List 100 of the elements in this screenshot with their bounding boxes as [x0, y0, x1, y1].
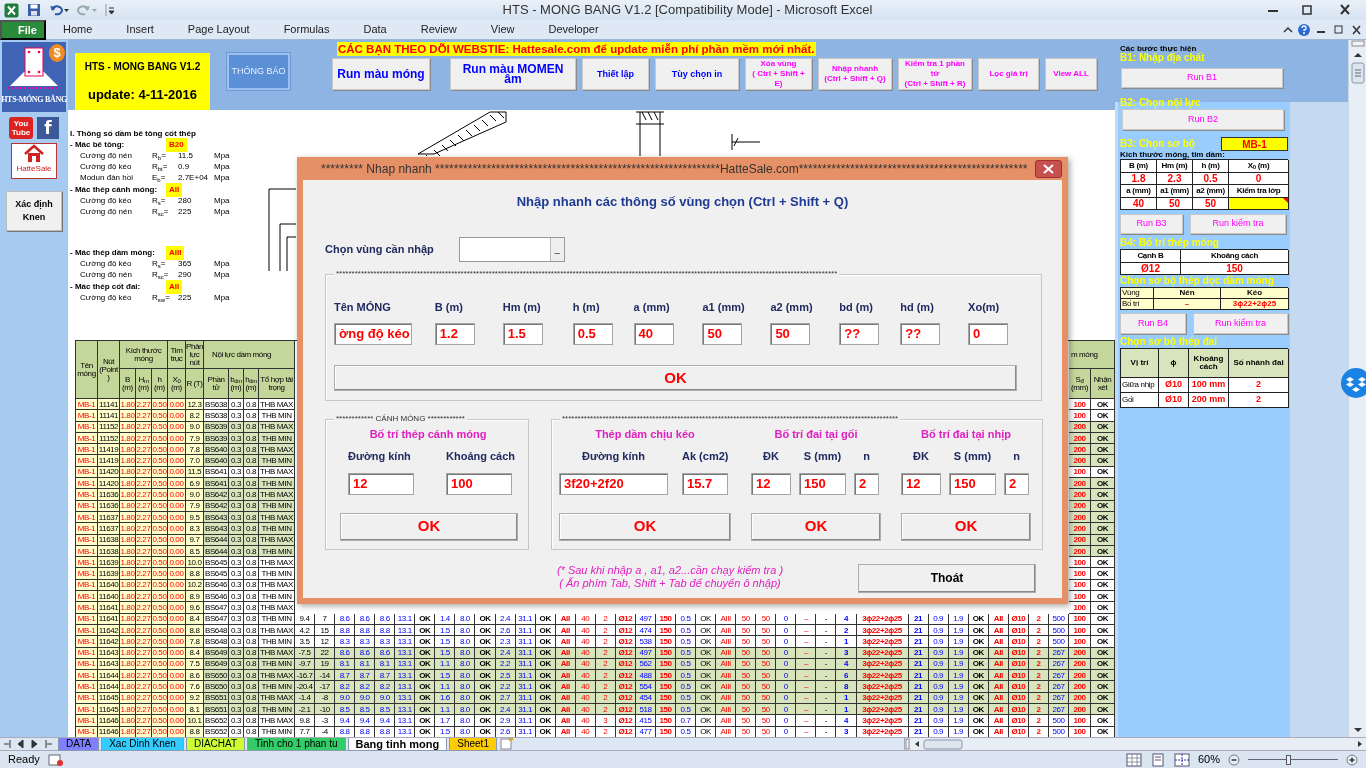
- table-cell: Ø10: [1008, 636, 1029, 648]
- input-field[interactable]: 12: [348, 472, 414, 495]
- table-cell: 10.1: [186, 715, 204, 727]
- customize-icon[interactable]: [105, 3, 115, 17]
- split-handle-icon[interactable]: [1350, 40, 1365, 48]
- input-field[interactable]: 1.2: [434, 323, 475, 345]
- macro-button[interactable]: Lọc giá trị: [978, 58, 1039, 90]
- ok-button[interactable]: OK: [334, 365, 1017, 391]
- run-button[interactable]: Run B1: [1121, 68, 1283, 88]
- sheet-tab[interactable]: DIACHAT: [185, 737, 246, 751]
- sheet-tab[interactable]: Tinh cho 1 phan tu: [247, 737, 346, 751]
- macro-button[interactable]: Run màu móng: [332, 58, 430, 90]
- run-button[interactable]: Run B2: [1122, 109, 1284, 130]
- page-break-icon[interactable]: [1173, 752, 1190, 767]
- youtube-link[interactable]: You Tube: [9, 117, 33, 139]
- dialog-heading: Nhập nhanh các thông số vùng chọn (Ctrl + Shift + Q): [515, 193, 850, 211]
- column-header: Tổ hợp tải trọng: [259, 369, 295, 399]
- ribbon-tab[interactable]: Insert: [109, 20, 171, 39]
- floating-box-icon[interactable]: [1341, 368, 1366, 398]
- table-cell: –: [796, 670, 817, 682]
- ribbon-tab[interactable]: Review: [403, 20, 474, 39]
- table-cell: ϕ: [1159, 349, 1189, 378]
- ok-button[interactable]: OK: [340, 512, 518, 541]
- ok-button[interactable]: OK: [751, 512, 881, 541]
- input-field[interactable]: 15.7: [682, 472, 728, 495]
- input-field[interactable]: ờng độ kéo: [334, 323, 412, 345]
- ribbon-tab[interactable]: Developer: [531, 20, 616, 39]
- macro-record-icon[interactable]: [47, 752, 64, 767]
- ribbon-tab[interactable]: Formulas: [266, 20, 347, 39]
- sheet-tab[interactable]: DATA: [58, 737, 100, 751]
- file-tab[interactable]: File: [0, 19, 46, 40]
- help-icon[interactable]: [1296, 22, 1312, 37]
- input-field[interactable]: 12: [751, 472, 791, 495]
- sheet-tab[interactable]: Xac Dinh Knen: [101, 737, 184, 751]
- table-cell: THB MAX: [259, 715, 295, 727]
- input-field[interactable]: 1.5: [502, 323, 543, 345]
- input-field[interactable]: 0.5: [572, 323, 613, 345]
- split-handle-icon[interactable]: [905, 738, 911, 750]
- input-field[interactable]: ??: [839, 323, 880, 345]
- notice-button[interactable]: THÔNG BÁO: [227, 53, 290, 90]
- close-button[interactable]: [1035, 159, 1062, 178]
- ribbon-tab[interactable]: Data: [346, 20, 404, 39]
- table-cell: 0.00: [168, 489, 186, 501]
- input-field[interactable]: 150: [799, 472, 846, 495]
- table-cell: 267: [1048, 681, 1069, 693]
- input-field[interactable]: 150: [949, 472, 996, 495]
- input-field[interactable]: 2: [854, 472, 879, 495]
- macro-button[interactable]: Nhập nhanh (Ctrl + Shift + Q): [818, 58, 892, 90]
- ribbon-tab[interactable]: Page Layout: [170, 20, 267, 39]
- run-button[interactable]: Run B4: [1120, 313, 1186, 334]
- exit-button[interactable]: Thoát: [858, 563, 1036, 593]
- macro-button[interactable]: Tùy chọn in: [655, 58, 739, 90]
- table-cell: BS649: [204, 647, 229, 659]
- ok-button[interactable]: OK: [901, 512, 1031, 541]
- input-field[interactable]: 50: [770, 323, 811, 345]
- hattesale-link[interactable]: HatteSale: [11, 143, 57, 179]
- range-field[interactable]: _: [458, 236, 565, 262]
- input-field[interactable]: 12: [901, 472, 941, 495]
- save-icon[interactable]: [27, 3, 41, 17]
- macro-button[interactable]: View ALL: [1045, 58, 1097, 90]
- macro-button[interactable]: Xóa vùng ( Ctrl + Shift + E): [745, 58, 812, 90]
- normal-view-icon[interactable]: [1125, 752, 1142, 767]
- input-field[interactable]: 0: [968, 323, 1009, 345]
- table-cell: 3: [836, 647, 857, 659]
- table-cell: 7.8: [186, 636, 204, 648]
- macro-button[interactable]: Run màu MOMEN âm: [450, 58, 576, 90]
- run-button[interactable]: Run kiểm tra: [1190, 214, 1286, 234]
- ribbon-tab[interactable]: View: [473, 20, 532, 39]
- table-cell: 4: [836, 613, 857, 625]
- scroll-thumb[interactable]: [923, 738, 963, 750]
- input-field[interactable]: 2: [1004, 472, 1029, 495]
- table-cell: 500: [1048, 613, 1069, 625]
- ribbon-tab[interactable]: Home: [46, 20, 110, 39]
- field-label: Ak (cm2): [682, 449, 728, 464]
- spreadsheet-icon[interactable]: [4, 2, 19, 18]
- input-field[interactable]: 100: [446, 472, 512, 495]
- scroll-thumb[interactable]: [1350, 62, 1365, 84]
- facebook-link[interactable]: f: [37, 117, 59, 139]
- table-cell: AII: [988, 715, 1009, 727]
- input-field[interactable]: 3f20+2f20: [559, 472, 668, 495]
- slider-thumb[interactable]: [1286, 754, 1292, 765]
- sheet-tab[interactable]: Bang tinh mong: [347, 737, 448, 751]
- zoom-out-icon[interactable]: [1228, 753, 1240, 766]
- table-cell: 2.4: [495, 613, 516, 625]
- macro-button[interactable]: Kiểm tra 1 phần tử (Ctrl + Shift + R): [898, 58, 972, 90]
- undo-icon[interactable]: [49, 3, 69, 17]
- table-cell: 11643: [98, 647, 120, 659]
- run-button[interactable]: Run B3: [1120, 214, 1183, 234]
- zoom-in-icon[interactable]: [1346, 753, 1358, 766]
- macro-button[interactable]: Thiết lập: [582, 58, 649, 90]
- field-label: Chọn vùng cần nhập: [325, 241, 434, 258]
- table-cell: 11646: [98, 715, 120, 727]
- input-field[interactable]: ??: [900, 323, 941, 345]
- input-field[interactable]: 40: [633, 323, 674, 345]
- knen-button[interactable]: Xác định Knen: [6, 191, 62, 231]
- run-button[interactable]: Run kiểm tra: [1193, 313, 1288, 334]
- sheet-tab[interactable]: Sheet1: [449, 737, 497, 751]
- ok-button[interactable]: OK: [559, 512, 731, 541]
- page-layout-icon[interactable]: [1149, 752, 1166, 767]
- input-field[interactable]: 50: [702, 323, 743, 345]
